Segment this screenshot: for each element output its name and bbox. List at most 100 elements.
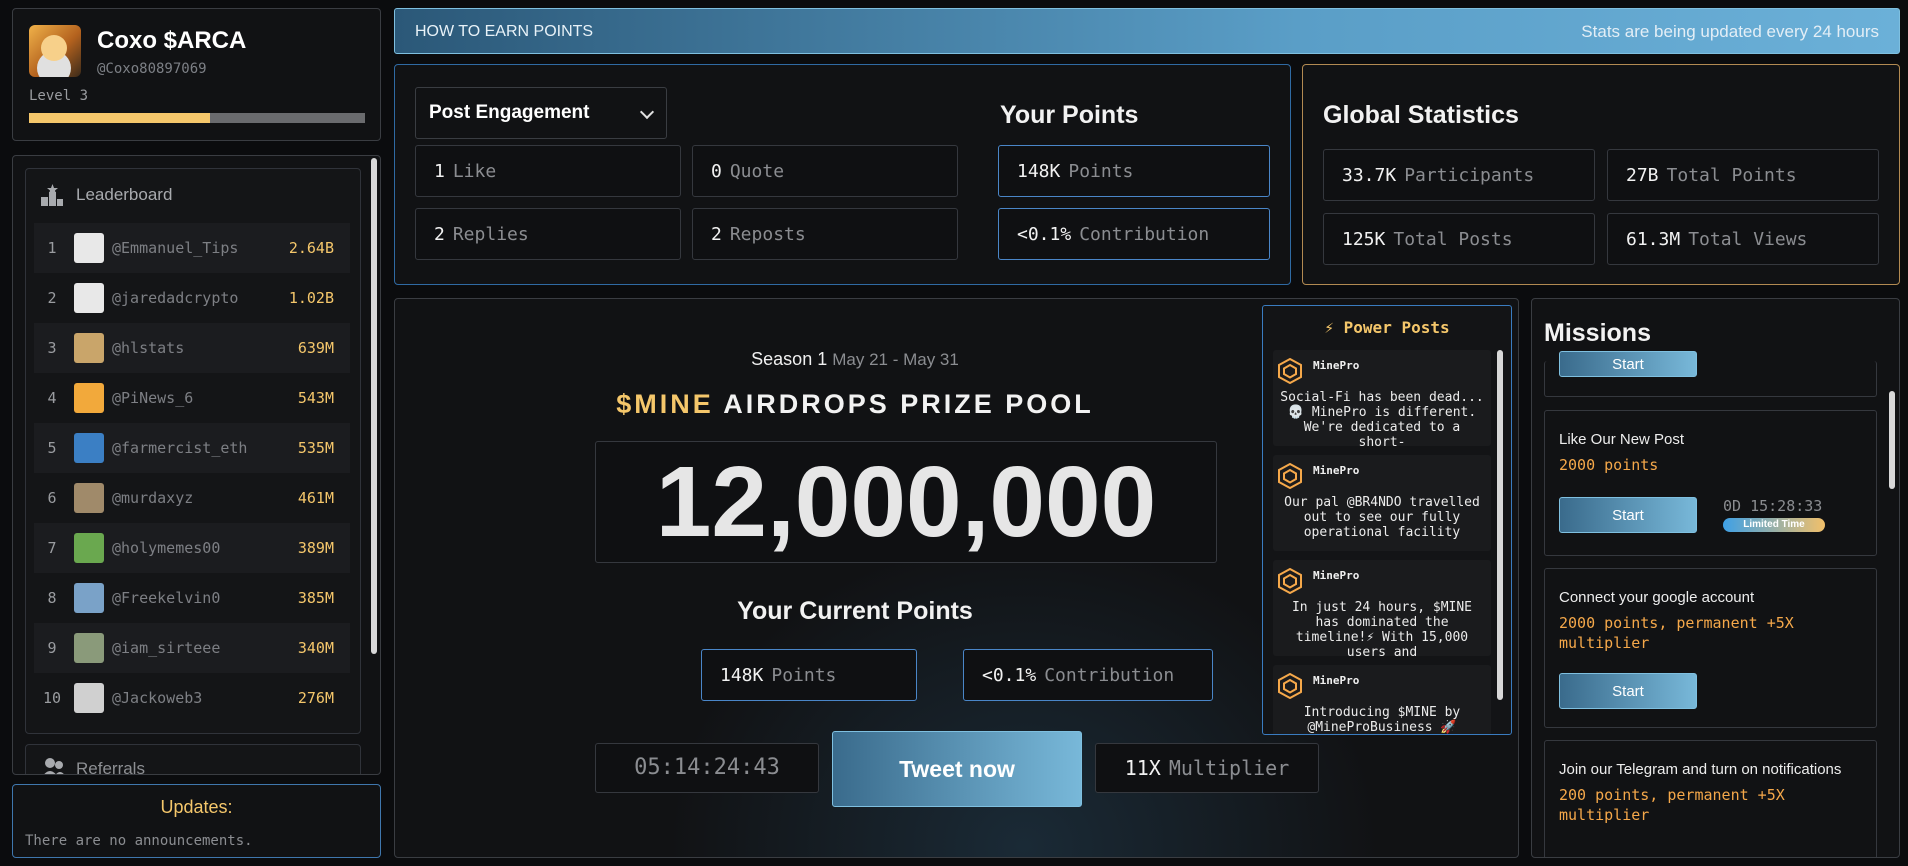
leaderboard-row[interactable]: 10 @Jackoweb3 276M: [34, 673, 350, 723]
power-post-card[interactable]: MinePro Introducing $MINE by @MineProBusi…: [1273, 665, 1491, 735]
season-label: Season 1: [751, 349, 828, 369]
referrals-tab[interactable]: Referrals: [25, 744, 361, 774]
your-contribution-stat: <0.1% Contribution: [998, 208, 1270, 260]
mission-start-button[interactable]: Start: [1559, 673, 1697, 709]
post-author: MinePro: [1313, 674, 1360, 687]
podium-icon: [40, 183, 64, 207]
mission-card: Connect your google account 2000 points,…: [1544, 568, 1877, 728]
post-author: MinePro: [1313, 569, 1360, 582]
updates-title: Updates:: [160, 797, 233, 817]
how-to-earn-banner[interactable]: HOW TO EARN POINTS Stats are being updat…: [394, 8, 1900, 54]
mission-countdown: 0D 15:28:33: [1723, 497, 1823, 515]
leaderboard-list: Leaderboard 1 @Emmanuel_Tips 2.64B 2 @jareda…: [25, 168, 361, 734]
engagement-type-select[interactable]: Post Engagement: [415, 87, 667, 139]
avatar: [74, 433, 104, 463]
power-posts-header: ⚡ Power Posts: [1263, 318, 1511, 337]
leaderboard-rank: 9: [47, 639, 57, 657]
leaderboard-value: 543M: [297, 389, 334, 407]
leaderboard-value: 535M: [297, 439, 334, 457]
profile-handle: @Coxo80897069: [97, 61, 207, 77]
post-text: Introducing $MINE by @MineProBusiness 🚀: [1303, 705, 1461, 735]
leaderboard-row[interactable]: 4 @PiNews_6 543M: [34, 373, 350, 423]
post-author: MinePro: [1313, 464, 1360, 477]
leaderboard-value: 389M: [297, 539, 334, 557]
leaderboard-username: @Freekelvin0: [112, 589, 221, 607]
missions-panel: Missions Start Like Our New Post 2000 po…: [1531, 298, 1900, 858]
leaderboard-username: @Emmanuel_Tips: [112, 239, 239, 257]
power-post-card[interactable]: MinePro Our pal @BR4NDO travelled out to …: [1273, 455, 1491, 551]
leaderboard-username: @iam_sirteee: [112, 639, 221, 657]
total-points-stat: 27B Total Points: [1607, 149, 1879, 201]
leaderboard-rank: 3: [47, 339, 57, 357]
avatar: [74, 283, 104, 313]
leaderboard-row[interactable]: 8 @Freekelvin0 385M: [34, 573, 350, 623]
level-progress-bar: [29, 113, 365, 123]
leaderboard-username: @hlstats: [112, 339, 185, 357]
mission-start-button[interactable]: Start: [1559, 351, 1697, 377]
mission-title: Connect your google account: [1559, 589, 1755, 606]
leaderboard-username: @PiNews_6: [112, 389, 194, 407]
current-contribution-stat: <0.1% Contribution: [963, 649, 1213, 701]
mission-points: 200 points, permanent +5X multiplier: [1559, 786, 1785, 824]
total-views-stat: 61.3M Total Views: [1607, 213, 1879, 265]
chevron-down-icon: [639, 104, 655, 120]
tweet-now-button[interactable]: Tweet now: [832, 731, 1082, 807]
prize-title-rest: AIRDROPS PRIZE POOL: [723, 389, 1094, 419]
leaderboard-username: @murdaxyz: [112, 489, 194, 507]
leaderboard-rank: 2: [47, 289, 57, 307]
minepro-logo-icon: [1278, 358, 1302, 384]
leaderboard-title: Leaderboard: [76, 185, 173, 204]
level-progress-fill: [29, 113, 211, 123]
avatar: [74, 333, 104, 363]
leaderboard-username: @Jackoweb3: [112, 689, 203, 707]
updates-panel: Updates: There are no announcements.: [12, 784, 381, 858]
season-info: Season 1 May 21 - May 31: [395, 349, 1315, 370]
post-text: Our pal @BR4NDO travelled out to see our…: [1284, 495, 1480, 540]
post-author: MinePro: [1313, 359, 1360, 372]
minepro-logo-icon: [1278, 673, 1302, 699]
current-points-stat: 148K Points: [701, 649, 917, 701]
post-text: In just 24 hours, $MINE has dominated th…: [1291, 600, 1472, 656]
like-stat: 1 Like: [415, 145, 681, 197]
prize-token: $MINE: [616, 389, 714, 419]
leaderboard-row[interactable]: 5 @farmercist_eth 535M: [34, 423, 350, 473]
people-icon: [42, 757, 66, 774]
leaderboard-row[interactable]: 6 @murdaxyz 461M: [34, 473, 350, 523]
avatar[interactable]: [29, 25, 81, 77]
leaderboard-panel: Leaderboard 1 @Emmanuel_Tips 2.64B 2 @jareda…: [12, 155, 381, 775]
leaderboard-row[interactable]: 9 @iam_sirteee 340M: [34, 623, 350, 673]
leaderboard-rank: 7: [47, 539, 57, 557]
your-points-stat: 148K Points: [998, 145, 1270, 197]
leaderboard-row[interactable]: 1 @Emmanuel_Tips 2.64B: [34, 223, 350, 273]
leaderboard-value: 340M: [297, 639, 334, 657]
leaderboard-row[interactable]: 3 @hlstats 639M: [34, 323, 350, 373]
leaderboard-row[interactable]: 7 @holymemes00 389M: [34, 523, 350, 573]
mission-card-partial: Start: [1544, 351, 1877, 397]
leaderboard-value: 1.02B: [288, 289, 334, 307]
leaderboard-row[interactable]: 2 @jaredadcrypto 1.02B: [34, 273, 350, 323]
power-posts-title: Power Posts: [1343, 318, 1450, 337]
participants-stat: 33.7K Participants: [1323, 149, 1595, 201]
updates-text: There are no announcements.: [25, 833, 253, 849]
leaderboard-value: 385M: [297, 589, 334, 607]
profile-name: Coxo $ARCA: [97, 27, 247, 54]
multiplier-stat: 11X Multiplier: [1095, 743, 1319, 793]
missions-title: Missions: [1544, 319, 1651, 347]
leaderboard-username: @farmercist_eth: [112, 439, 248, 457]
replies-stat: 2 Replies: [415, 208, 681, 260]
profile-card: Coxo $ARCA @Coxo80897069 Level 3: [12, 8, 381, 141]
mission-card: Like Our New Post 2000 points Start 0D 1…: [1544, 410, 1877, 556]
power-post-card[interactable]: MinePro Social-Fi has been dead... 💀 Mine…: [1273, 350, 1491, 446]
leaderboard-scrollbar[interactable]: [371, 158, 377, 654]
power-posts-scrollbar[interactable]: [1497, 350, 1503, 700]
avatar: [74, 583, 104, 613]
power-post-card[interactable]: MinePro In just 24 hours, $MINE has domin…: [1273, 560, 1491, 656]
how-to-earn-label[interactable]: HOW TO EARN POINTS: [415, 23, 593, 41]
missions-scrollbar[interactable]: [1889, 391, 1895, 489]
avatar: [74, 533, 104, 563]
leaderboard-header[interactable]: Leaderboard: [40, 183, 172, 207]
minepro-logo-icon: [1278, 568, 1302, 594]
mission-start-button[interactable]: Start: [1559, 497, 1697, 533]
mission-card: Join our Telegram and turn on notificati…: [1544, 740, 1877, 857]
leaderboard-username: @jaredadcrypto: [112, 289, 239, 307]
